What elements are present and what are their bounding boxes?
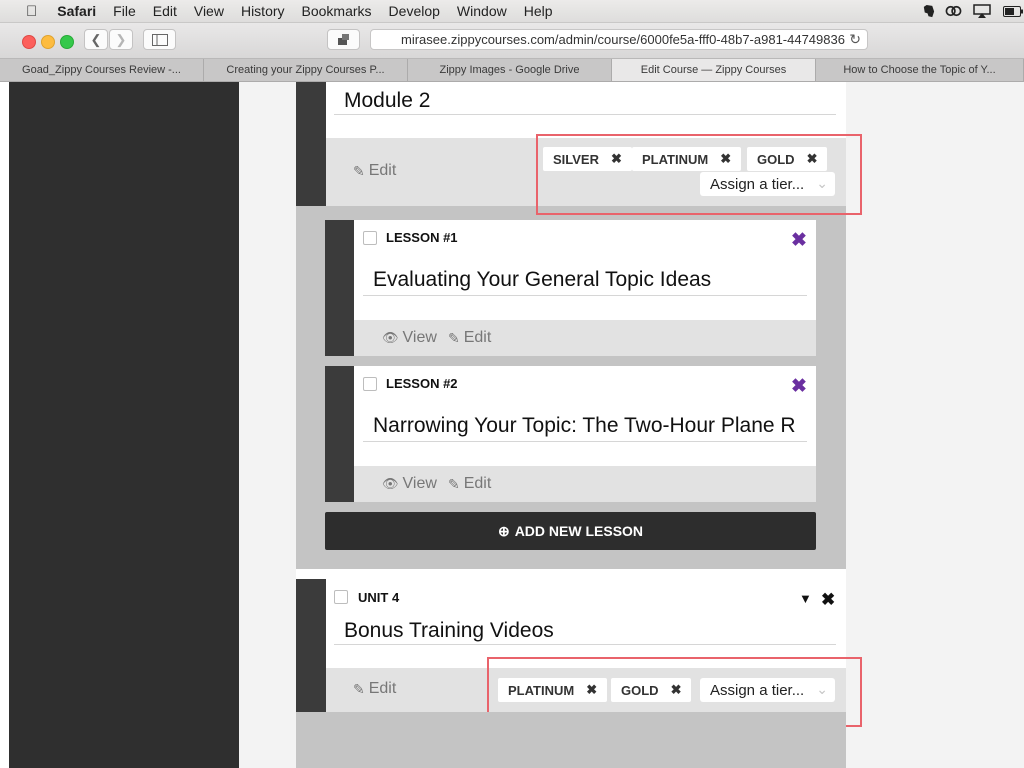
creative-cloud-icon[interactable] — [945, 0, 962, 22]
module-title[interactable]: Module 2 — [344, 89, 824, 113]
pencil-icon: ✎ — [448, 475, 460, 492]
menu-app-name[interactable]: Safari — [57, 3, 96, 19]
menu-edit[interactable]: Edit — [153, 3, 177, 19]
close-window-button[interactable] — [22, 35, 36, 49]
lesson-title[interactable]: Evaluating Your General Topic Ideas — [373, 268, 803, 292]
tab-goad-zippy-review[interactable]: Goad_Zippy Courses Review -... — [0, 59, 204, 81]
lesson-drag-handle[interactable] — [325, 220, 354, 356]
address-bar[interactable]: mirasee.zippycourses.com/admin/course/60… — [370, 29, 868, 50]
lesson-number-label: LESSON #1 — [386, 230, 458, 245]
unit-number-label: UNIT 4 — [358, 590, 400, 605]
add-new-lesson-label: ADD NEW LESSON — [514, 523, 644, 539]
eye-icon: 👁 — [382, 330, 399, 345]
evernote-icon[interactable] — [921, 0, 936, 22]
tab-creating-zippy-courses[interactable]: Creating your Zippy Courses P... — [204, 59, 408, 81]
menu-file[interactable]: File — [113, 3, 136, 19]
add-new-lesson-button[interactable]: ⊕ ADD NEW LESSON — [325, 512, 816, 550]
highlight-box — [536, 134, 862, 215]
menu-develop[interactable]: Develop — [389, 3, 440, 19]
menu-help[interactable]: Help — [524, 3, 553, 19]
page-left-edge — [0, 82, 9, 768]
lesson-view-link[interactable]: 👁 View — [382, 329, 437, 347]
lesson-checkbox[interactable] — [363, 231, 377, 245]
back-button[interactable]: ❮ — [84, 29, 108, 50]
collapse-arrow-icon[interactable]: ▼ — [799, 591, 812, 606]
extension-icon — [337, 33, 349, 45]
battery-icon[interactable] — [1003, 0, 1023, 22]
url-text: mirasee.zippycourses.com/admin/course/60… — [401, 32, 853, 47]
pencil-icon: ✎ — [353, 162, 365, 179]
delete-unit-icon[interactable]: ✖ — [821, 590, 835, 610]
lesson-title[interactable]: Narrowing Your Topic: The Two-Hour Plane… — [373, 414, 803, 438]
sidebar-icon — [151, 33, 168, 46]
menu-bookmarks[interactable]: Bookmarks — [302, 3, 372, 19]
tab-choose-topic[interactable]: How to Choose the Topic of Y... — [816, 59, 1024, 81]
unit-title[interactable]: Bonus Training Videos — [344, 619, 824, 643]
extension-button[interactable] — [327, 29, 360, 50]
minimize-window-button[interactable] — [41, 35, 55, 49]
module-edit-link[interactable]: ✎ Edit — [353, 162, 396, 180]
delete-lesson-icon[interactable]: ✖ — [791, 229, 807, 252]
lesson-number-label: LESSON #2 — [386, 376, 458, 391]
delete-lesson-icon[interactable]: ✖ — [791, 375, 807, 398]
unit-title-underline — [334, 644, 836, 645]
menu-view[interactable]: View — [194, 3, 224, 19]
reload-icon[interactable]: ↻ — [845, 31, 861, 48]
view-label: View — [402, 475, 437, 492]
edit-label: Edit — [463, 475, 492, 492]
chevron-right-icon: ❯ — [115, 31, 127, 47]
lesson-drag-handle[interactable] — [325, 366, 354, 502]
tab-bar: Goad_Zippy Courses Review -... Creating … — [0, 59, 1024, 82]
lesson-title-underline — [363, 441, 807, 442]
admin-sidebar — [9, 82, 239, 768]
unit-drag-handle[interactable] — [296, 579, 326, 712]
lesson-checkbox[interactable] — [363, 377, 377, 391]
pencil-icon: ✎ — [353, 680, 365, 697]
eye-icon: 👁 — [382, 476, 399, 491]
pencil-icon: ✎ — [448, 329, 460, 346]
edit-label: Edit — [463, 329, 492, 346]
lesson-title-underline — [363, 295, 807, 296]
plus-circle-icon: ⊕ — [497, 522, 510, 539]
page-right-area — [846, 82, 1024, 768]
unit-edit-link[interactable]: ✎ Edit — [353, 680, 396, 698]
tab-zippy-images[interactable]: Zippy Images - Google Drive — [408, 59, 612, 81]
unit-edit-label: Edit — [368, 680, 397, 697]
lesson-view-link[interactable]: 👁 View — [382, 475, 437, 493]
view-label: View — [402, 329, 437, 346]
module-title-underline — [334, 114, 836, 115]
section-separator — [296, 569, 846, 579]
column-bottom — [296, 712, 846, 768]
module-drag-handle[interactable] — [296, 82, 326, 206]
lesson-edit-link[interactable]: ✎ Edit — [448, 329, 491, 347]
module-edit-label: Edit — [368, 162, 397, 179]
lesson-edit-link[interactable]: ✎ Edit — [448, 475, 491, 493]
sidebar-toggle-button[interactable] — [143, 29, 176, 50]
forward-button[interactable]: ❯ — [109, 29, 133, 50]
menu-bar:  Safari File Edit View History Bookmark… — [0, 0, 1024, 23]
chevron-left-icon: ❮ — [90, 31, 102, 47]
menu-history[interactable]: History — [241, 3, 285, 19]
browser-toolbar: ❮ ❯ mirasee.zippycourses.com/admin/cours… — [0, 23, 1024, 59]
zoom-window-button[interactable] — [60, 35, 74, 49]
apple-menu-icon[interactable]:  — [26, 3, 37, 20]
unit-checkbox[interactable] — [334, 590, 348, 604]
page-gutter — [239, 82, 296, 768]
airplay-icon[interactable] — [973, 0, 991, 22]
menu-window[interactable]: Window — [457, 3, 507, 19]
tab-edit-course[interactable]: Edit Course — Zippy Courses — [612, 59, 816, 81]
